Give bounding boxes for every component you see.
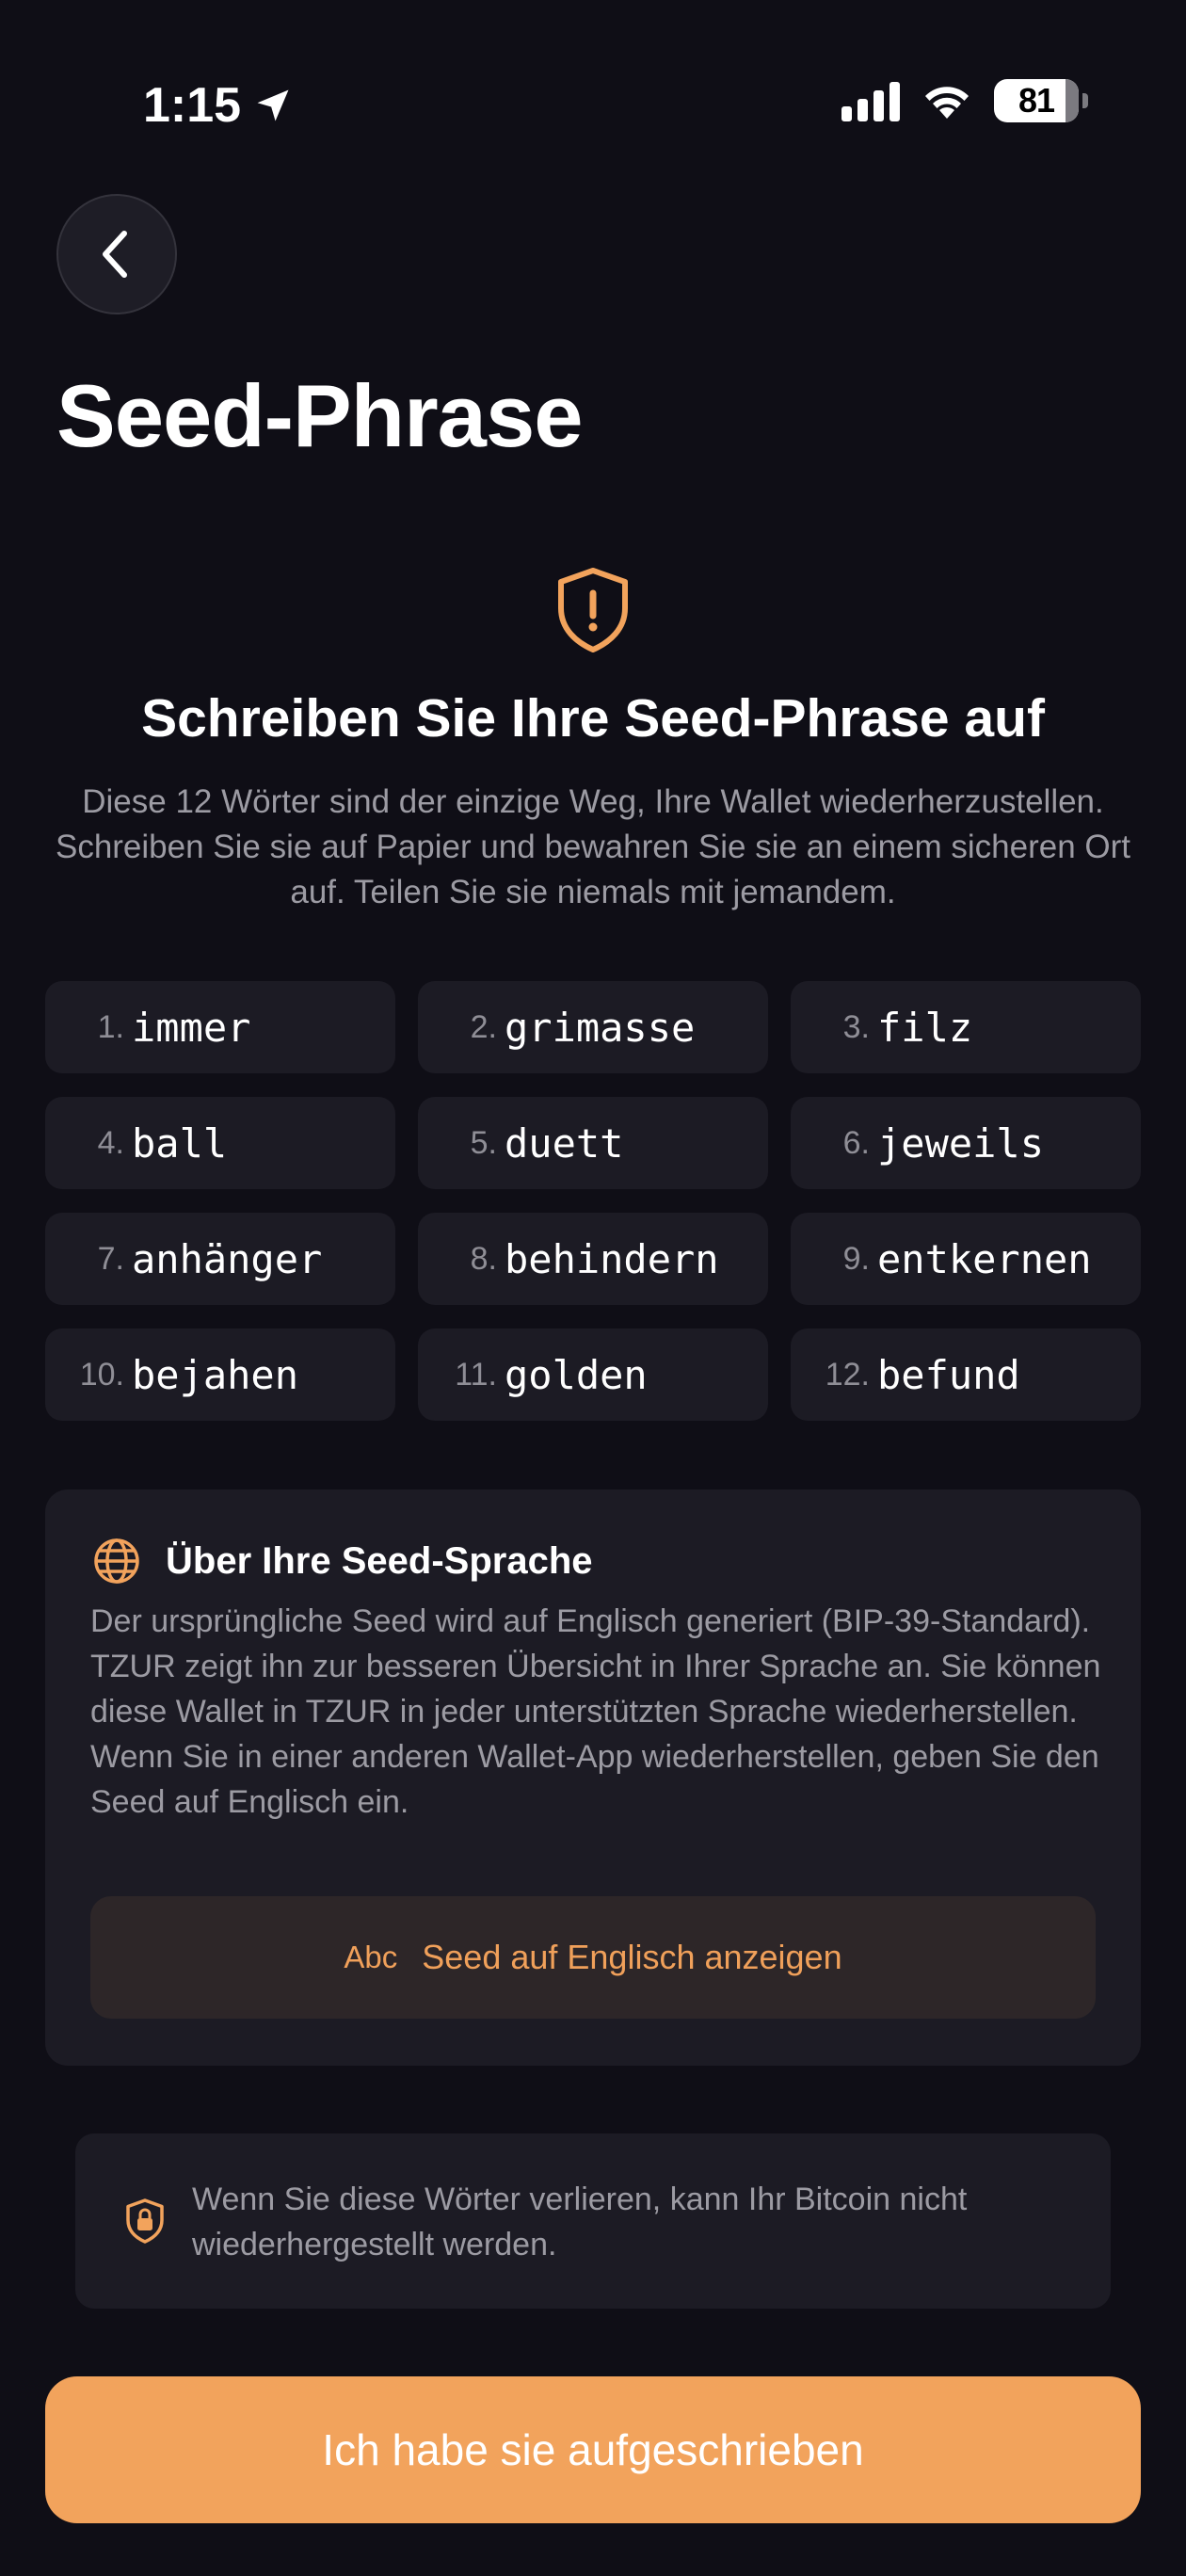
seed-word-item: 7. anhänger	[45, 1213, 395, 1305]
clock-text: 1:15	[143, 78, 242, 133]
globe-icon	[94, 1538, 139, 1584]
seed-word-number: 9.	[842, 1240, 870, 1277]
abc-icon: Abc	[344, 1940, 398, 1974]
seed-word-text: entkernen	[877, 1235, 1092, 1282]
seed-word-item: 3. filz	[791, 981, 1141, 1073]
show-english-seed-button[interactable]: Abc Seed auf Englisch anzeigen	[90, 1896, 1096, 2019]
seed-word-item: 11. golden	[418, 1328, 768, 1421]
seed-word-text: anhänger	[132, 1235, 323, 1282]
seed-word-item: 9. entkernen	[791, 1213, 1141, 1305]
confirm-written-button[interactable]: Ich habe sie aufgeschrieben	[45, 2376, 1141, 2523]
seed-word-number: 2.	[470, 1008, 497, 1045]
chevron-left-icon	[103, 231, 127, 278]
seed-word-text: bejahen	[132, 1351, 299, 1398]
seed-language-info-card: Über Ihre Seed-Sprache Der ursprüngliche…	[45, 1489, 1141, 2066]
location-arrow-icon	[257, 89, 289, 121]
section-headline: Schreiben Sie Ihre Seed-Phrase auf	[141, 688, 1045, 749]
confirm-written-label: Ich habe sie aufgeschrieben	[322, 2425, 864, 2474]
seed-word-item: 5. duett	[418, 1097, 768, 1189]
seed-word-text: jeweils	[877, 1119, 1045, 1167]
seed-word-number: 10.	[79, 1356, 124, 1393]
seed-word-number: 5.	[470, 1124, 497, 1161]
seed-word-number: 7.	[97, 1240, 124, 1277]
seed-word-item: 6. jeweils	[791, 1097, 1141, 1189]
seed-word-number: 1.	[97, 1008, 124, 1045]
seed-word-text: filz	[877, 1004, 973, 1051]
seed-word-item: 1. immer	[45, 981, 395, 1073]
page-title: Seed-Phrase	[56, 366, 584, 465]
seed-word-text: grimasse	[505, 1004, 696, 1051]
seed-word-text: duett	[505, 1119, 624, 1167]
status-bar-time: 1:15	[143, 77, 294, 134]
info-card-header: Über Ihre Seed-Sprache	[92, 1537, 593, 1586]
seed-word-number: 4.	[97, 1124, 124, 1161]
loss-warning-card: Wenn Sie diese Wörter verlieren, kann Ih…	[75, 2133, 1111, 2309]
show-english-seed-label: Seed auf Englisch anzeigen	[422, 1938, 842, 1976]
info-card-body: Der ursprüngliche Seed wird auf Englisch…	[90, 1603, 1101, 1820]
shield-lock-icon	[126, 2198, 164, 2244]
battery-level: 81	[1018, 81, 1055, 120]
intro-description: Diese 12 Wörter sind der einzige Weg, Ih…	[55, 783, 1131, 910]
wifi-icon	[925, 87, 969, 119]
seed-word-text: befund	[877, 1351, 1020, 1398]
seed-word-number: 3.	[842, 1008, 870, 1045]
seed-word-text: ball	[132, 1119, 228, 1167]
seed-word-number: 12.	[825, 1356, 870, 1393]
seed-word-number: 8.	[470, 1240, 497, 1277]
back-button[interactable]	[56, 194, 177, 314]
loss-warning-text: Wenn Sie diese Wörter verlieren, kann Ih…	[192, 2182, 968, 2262]
seed-word-number: 6.	[842, 1124, 870, 1161]
cellular-signal-icon	[841, 80, 900, 121]
status-bar-indicators: 81	[841, 79, 1088, 122]
info-card-title: Über Ihre Seed-Sprache	[166, 1539, 593, 1582]
seed-word-item: 8. behindern	[418, 1213, 768, 1305]
battery-nub	[1082, 93, 1088, 108]
shield-exclamation-icon	[558, 568, 628, 652]
seed-word-number: 11.	[455, 1356, 497, 1393]
seed-word-item: 12. befund	[791, 1328, 1141, 1421]
seed-word-text: golden	[505, 1351, 648, 1398]
battery-icon: 81	[994, 79, 1079, 122]
seed-word-item: 10. bejahen	[45, 1328, 395, 1421]
seed-word-grid: 1. immer 2. grimasse 3. filz 4. ball 5. duett 6. je…	[45, 981, 1141, 1421]
seed-word-text: immer	[132, 1004, 251, 1051]
seed-word-item: 2. grimasse	[418, 981, 768, 1073]
seed-word-item: 4. ball	[45, 1097, 395, 1189]
seed-word-text: behindern	[505, 1235, 719, 1282]
